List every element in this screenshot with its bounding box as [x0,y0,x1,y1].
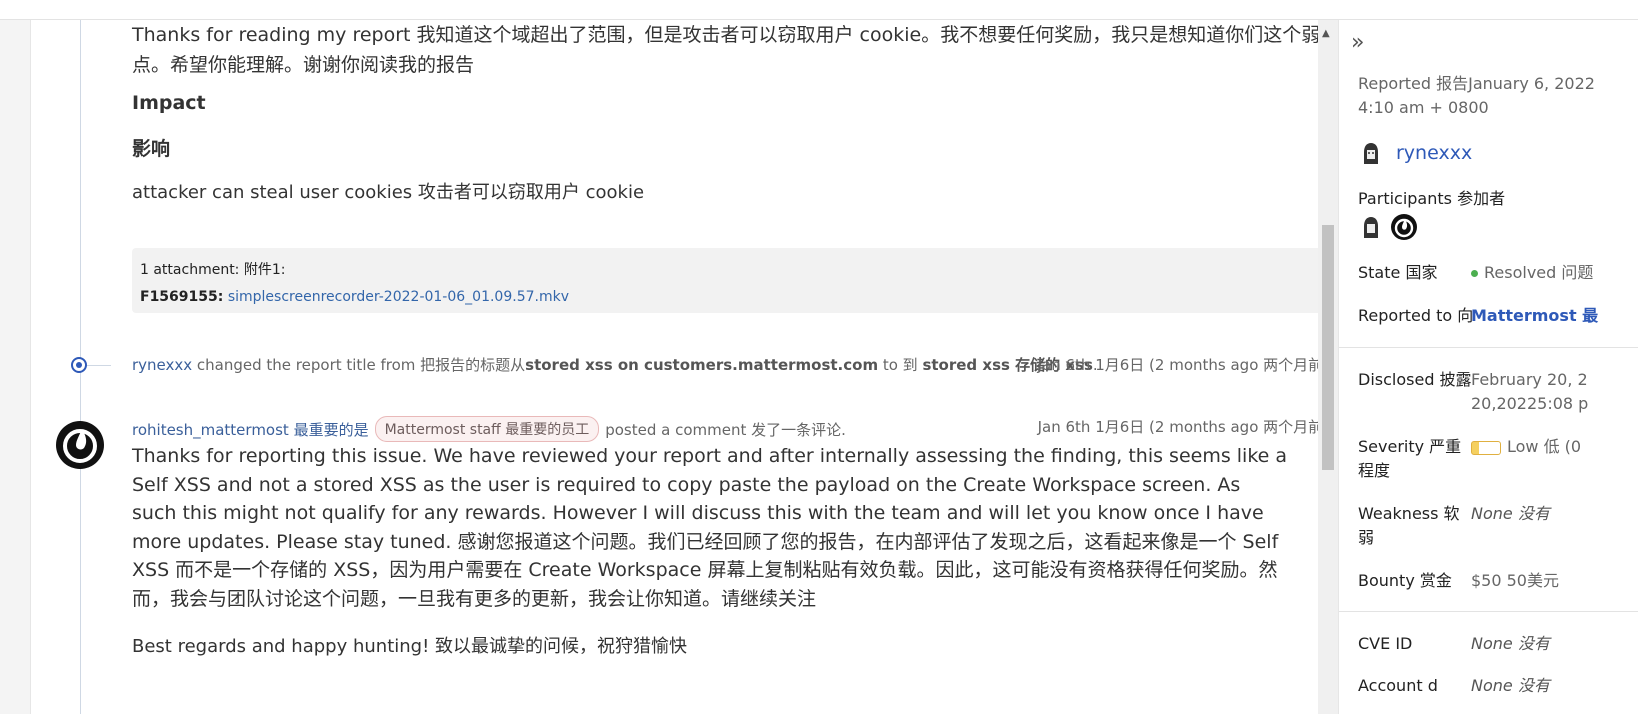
browser-top-bar [0,0,1638,20]
account-label: Account d [1358,676,1438,695]
attachment-box: 1 attachment: 附件1: F1569155: simplescree… [132,248,1325,313]
disclosed-date-line-1: February 20, 2 [1471,370,1588,389]
impact-heading: Impact [132,92,206,114]
severity-value-text: Low 低 (0 [1507,437,1582,456]
bounty-value: $50 50美元 [1471,571,1559,590]
cve-label: CVE ID [1358,634,1413,653]
comment-user-link[interactable]: rohitesh_mattermost 最重要的是 [132,419,369,440]
title-change-text: changed the report title from 把报告的标题从 [192,356,526,374]
scrollbar-thumb[interactable] [1322,225,1334,470]
severity-meter-icon [1471,440,1501,455]
weakness-label-line-1: Weakness 软 [1358,504,1460,523]
attachment-file-id: F1569155: [140,289,224,305]
severity-label-line-2: 程度 [1358,461,1391,480]
reporter-link[interactable]: rynexxx [1396,142,1472,164]
staff-badge: Mattermost staff 最重要的员工 [374,416,600,442]
scroll-up-arrow-icon[interactable]: ▲ [1322,28,1330,39]
reporter-avatar-icon[interactable] [1358,140,1384,166]
reported-to-label: Reported to 向 [1358,306,1474,325]
report-description: Thanks for reading my report 我知道这个域超出了范围… [132,20,1332,80]
state-label: State 国家 [1358,263,1438,282]
collapse-sidebar-icon[interactable]: » [1351,30,1364,55]
comment-closing: Best regards and happy hunting! 致以最诚挚的问候… [132,636,688,657]
sidebar-divider [1339,347,1638,348]
comment-action: posted a comment 发了一条评论. [605,420,846,439]
resolved-status-icon [1471,270,1478,277]
title-change-timestamp[interactable]: Jan 6th 1月6日 (2 months ago 两个月前) [1038,354,1329,375]
weakness-value: None 没有 [1471,504,1550,523]
old-title: stored xss on customers.mattermost.com [525,356,879,374]
report-description-line-1: Thanks for reading my report 我知道这个域超出了范围… [132,24,1321,46]
participant-avatar-mattermost-icon[interactable] [1391,214,1417,240]
disclosed-label: Disclosed 披露 [1358,370,1472,389]
participant-avatar-rynexxx-icon[interactable] [1358,214,1384,240]
sidebar-divider [1339,611,1638,612]
timeline-event-connector [87,365,111,366]
mattermost-logo-icon [56,421,104,469]
impact-text: attacker can steal user cookies 攻击者可以窃取用… [132,182,645,203]
participants-label: Participants 参加者 [1358,189,1506,208]
severity-value: Low 低 (0 [1471,435,1581,459]
cve-value: None 没有 [1471,634,1550,653]
reported-to-link[interactable]: Mattermost 最 [1471,304,1598,328]
attachment-summary: 1 attachment: 附件1: [140,262,286,278]
severity-label-line-1: Severity 严重 [1358,437,1462,456]
comment-body: Thanks for reporting this issue. We have… [132,445,1288,610]
report-timeline: Thanks for reading my report 我知道这个域超出了范围… [30,20,1360,714]
mattermost-avatar[interactable] [55,420,105,470]
report-sidebar: » Reported 报告January 6, 2022 4:10 am + 0… [1338,20,1638,714]
reported-date-line-1: Reported 报告January 6, 2022 [1358,74,1595,93]
bounty-label: Bounty 赏金 [1358,571,1452,590]
reported-date-line-2: 4:10 am + 0800 [1358,98,1489,117]
account-value: None 没有 [1471,676,1550,695]
timeline-event-dot [71,357,87,373]
impact-heading-translation: 影响 [132,138,171,160]
comment-timestamp[interactable]: Jan 6th 1月6日 (2 months ago 两个月前) [1038,416,1329,437]
comment-header: rohitesh_mattermost 最重要的是 Mattermost sta… [132,416,846,442]
title-change-to: to 到 [878,356,923,374]
state-value-text: Resolved 问题 [1484,263,1594,282]
report-description-line-2: 点。希望你能理解。谢谢你阅读我的报告 [132,54,475,76]
disclosed-date-line-2: 20,20225:08 p [1471,394,1589,413]
title-change-user-link[interactable]: rynexxx [132,356,192,374]
attachment-file-link[interactable]: simplescreenrecorder-2022-01-06_01.09.57… [228,289,569,305]
state-value: Resolved 问题 [1471,261,1593,285]
weakness-label-line-2: 弱 [1358,528,1375,547]
